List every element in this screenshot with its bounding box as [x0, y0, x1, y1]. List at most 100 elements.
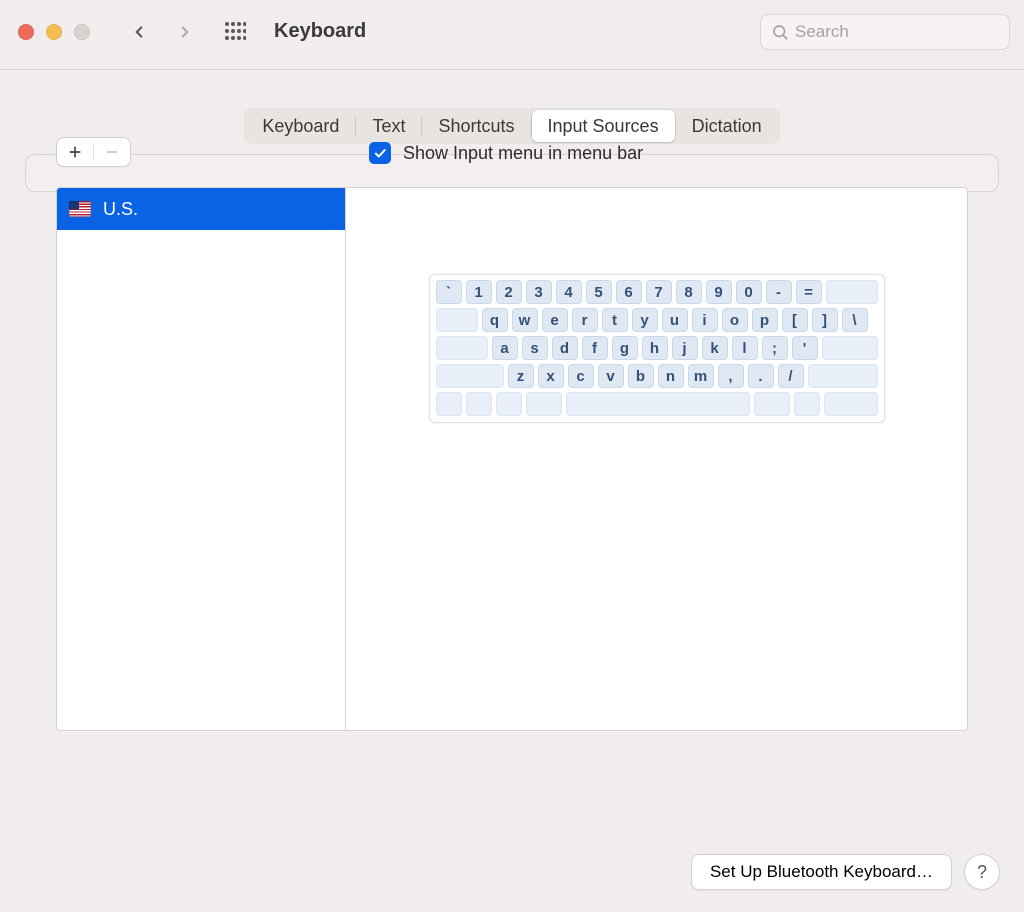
key: 3 [526, 280, 552, 304]
key: h [642, 336, 668, 360]
key: w [512, 308, 538, 332]
input-source-label: U.S. [103, 199, 138, 220]
tab-keyboard[interactable]: Keyboard [246, 110, 355, 142]
key-command-right [754, 392, 790, 416]
key-backspace [826, 280, 878, 304]
key-ctrl [466, 392, 492, 416]
keyboard-layout-preview: ` 1 2 3 4 5 6 7 8 9 0 - = [429, 274, 885, 423]
key: = [796, 280, 822, 304]
tab-shortcuts[interactable]: Shortcuts [422, 110, 530, 142]
key-command [526, 392, 562, 416]
key: 6 [616, 280, 642, 304]
key-space [566, 392, 750, 416]
key-capslock [436, 336, 488, 360]
search-icon [771, 23, 789, 41]
key-shift-left [436, 364, 504, 388]
key: d [552, 336, 578, 360]
show-input-menu-checkbox[interactable]: Show Input menu in menu bar [369, 142, 643, 164]
window-zoom-button[interactable] [74, 24, 90, 40]
key: t [602, 308, 628, 332]
key: \ [842, 308, 868, 332]
key: - [766, 280, 792, 304]
key: ` [436, 280, 462, 304]
key-fn [436, 392, 462, 416]
key: 2 [496, 280, 522, 304]
key-return [822, 336, 878, 360]
key-option [496, 392, 522, 416]
kbd-row-3: a s d f g h j k l ; ' [436, 336, 878, 360]
setup-bluetooth-label: Set Up Bluetooth Keyboard… [710, 862, 933, 882]
key: . [748, 364, 774, 388]
key: [ [782, 308, 808, 332]
input-source-item-us[interactable]: U.S. [57, 188, 345, 230]
key-tab [436, 308, 478, 332]
key: 9 [706, 280, 732, 304]
key: 4 [556, 280, 582, 304]
key: k [702, 336, 728, 360]
settings-tabs: Keyboard Text Shortcuts Input Sources Di… [244, 108, 779, 144]
add-input-source-button[interactable] [57, 138, 93, 166]
key-option-right [794, 392, 820, 416]
tab-text[interactable]: Text [356, 110, 421, 142]
toolbar: Keyboard [0, 0, 1024, 70]
key: l [732, 336, 758, 360]
window-minimize-button[interactable] [46, 24, 62, 40]
setup-bluetooth-keyboard-button[interactable]: Set Up Bluetooth Keyboard… [691, 854, 952, 890]
key: u [662, 308, 688, 332]
search-input[interactable] [795, 22, 1016, 42]
key: q [482, 308, 508, 332]
show-input-menu-label: Show Input menu in menu bar [403, 143, 643, 164]
key: j [672, 336, 698, 360]
tab-dictation[interactable]: Dictation [676, 110, 778, 142]
kbd-row-2: q w e r t y u i o p [ ] \ [436, 308, 878, 332]
kbd-row-5 [436, 392, 878, 416]
key: , [718, 364, 744, 388]
search-field-wrap[interactable] [760, 14, 1010, 50]
back-button[interactable] [130, 23, 148, 41]
key: o [722, 308, 748, 332]
key: b [628, 364, 654, 388]
window-title: Keyboard [274, 20, 366, 43]
input-source-detail: ` 1 2 3 4 5 6 7 8 9 0 - = [346, 187, 968, 731]
checkbox-checked-icon [369, 142, 391, 164]
key: s [522, 336, 548, 360]
traffic-lights [18, 24, 90, 40]
input-source-list[interactable]: U.S. [56, 187, 346, 731]
add-remove-toolbar [56, 137, 131, 167]
key: n [658, 364, 684, 388]
key: ; [762, 336, 788, 360]
key: v [598, 364, 624, 388]
forward-button[interactable] [176, 23, 194, 41]
nav-arrows [130, 23, 194, 41]
key: c [568, 364, 594, 388]
key: / [778, 364, 804, 388]
key: ] [812, 308, 838, 332]
flag-icon-us [69, 201, 91, 217]
key: ' [792, 336, 818, 360]
key: m [688, 364, 714, 388]
help-button[interactable]: ? [964, 854, 1000, 890]
kbd-row-1: ` 1 2 3 4 5 6 7 8 9 0 - = [436, 280, 878, 304]
sources-split: U.S. ` 1 2 3 4 5 6 7 [56, 187, 968, 731]
tab-input-sources[interactable]: Input Sources [532, 110, 675, 142]
key: r [572, 308, 598, 332]
key: e [542, 308, 568, 332]
key: f [582, 336, 608, 360]
key: y [632, 308, 658, 332]
key: i [692, 308, 718, 332]
content: Keyboard Text Shortcuts Input Sources Di… [0, 108, 1024, 192]
key: 7 [646, 280, 672, 304]
key: g [612, 336, 638, 360]
key-shift-right [808, 364, 878, 388]
key: 5 [586, 280, 612, 304]
key: p [752, 308, 778, 332]
window-close-button[interactable] [18, 24, 34, 40]
remove-input-source-button[interactable] [94, 138, 130, 166]
key: 1 [466, 280, 492, 304]
key: 0 [736, 280, 762, 304]
key: a [492, 336, 518, 360]
key: x [538, 364, 564, 388]
input-sources-pane: U.S. ` 1 2 3 4 5 6 7 [25, 154, 999, 192]
show-all-prefs-button[interactable] [224, 21, 246, 43]
kbd-row-4: z x c v b n m , . / [436, 364, 878, 388]
